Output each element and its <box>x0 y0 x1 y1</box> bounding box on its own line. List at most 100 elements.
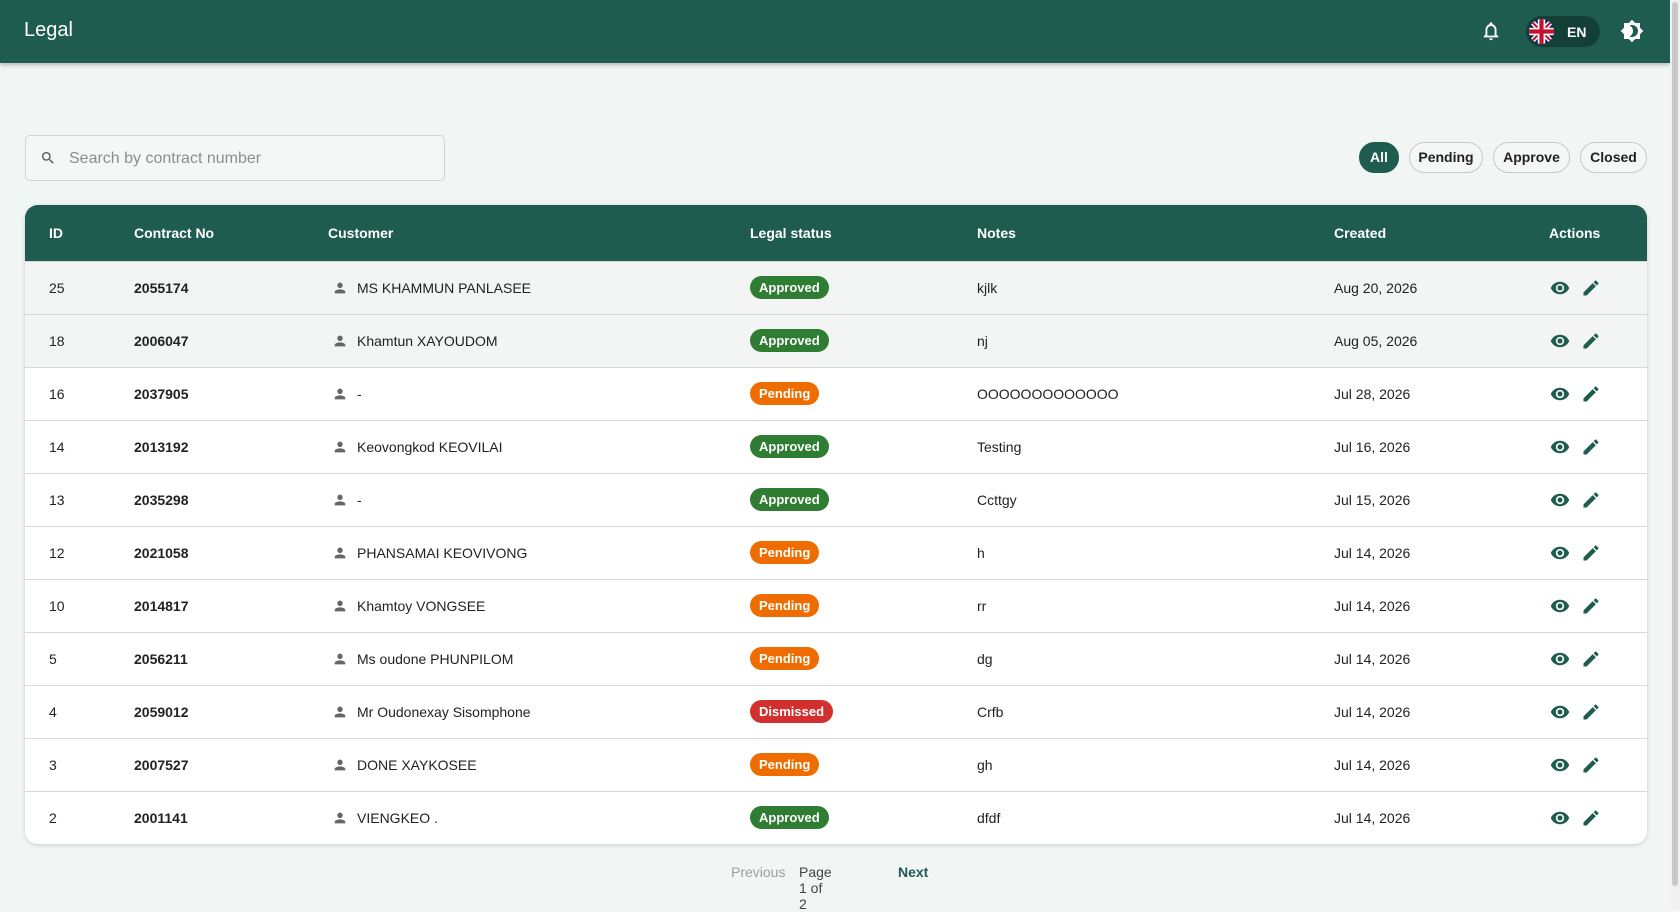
filter-chip-all[interactable]: All <box>1359 142 1399 173</box>
column-header-legal-status: Legal status <box>750 225 832 241</box>
row-customer: Keovongkod KEOVILAI <box>357 439 503 455</box>
eye-icon[interactable] <box>1550 384 1570 404</box>
row-notes: h <box>977 545 985 561</box>
table-row[interactable]: 13 2035298 - Approved Ccttgy Jul 15, 2026 <box>25 473 1647 526</box>
search-input[interactable] <box>67 136 431 182</box>
row-contract-no: 2001141 <box>134 810 188 826</box>
table-row[interactable]: 25 2055174 MS KHAMMUN PANLASEE Approved kjlk… <box>25 261 1647 314</box>
person-icon <box>334 759 346 771</box>
row-contract-no: 2037905 <box>134 386 189 402</box>
row-notes: rr <box>977 598 987 614</box>
filter-chip-approve[interactable]: Approve <box>1493 142 1570 173</box>
eye-icon[interactable] <box>1550 596 1570 616</box>
eye-icon[interactable] <box>1550 649 1570 669</box>
pencil-icon[interactable] <box>1581 702 1601 722</box>
row-created: Jul 14, 2026 <box>1334 651 1411 667</box>
row-created: Jul 28, 2026 <box>1334 386 1411 402</box>
pencil-icon[interactable] <box>1581 596 1601 616</box>
row-notes: dg <box>977 651 993 667</box>
table-row[interactable]: 10 2014817 Khamtoy VONGSEE Pending rr Jul 14,… <box>25 579 1647 632</box>
eye-icon[interactable] <box>1550 755 1570 775</box>
eye-icon[interactable] <box>1550 437 1570 457</box>
bell-icon[interactable] <box>1480 20 1502 42</box>
pencil-icon[interactable] <box>1581 384 1601 404</box>
person-icon <box>334 547 346 559</box>
row-contract-no: 2014817 <box>134 598 189 614</box>
status-badge: Dismissed <box>750 700 834 723</box>
column-header-actions: Actions <box>1549 225 1601 241</box>
pencil-icon[interactable] <box>1581 808 1601 828</box>
status-badge: Pending <box>750 753 820 776</box>
top-app-bar: Legal EN <box>0 0 1670 63</box>
row-contract-no: 2035298 <box>134 492 189 508</box>
table-row[interactable]: 18 2006047 Khamtun XAYOUDOM Approved nj Aug 0… <box>25 314 1647 367</box>
table-row[interactable]: 3 2007527 DONE XAYKOSEE Pending gh Jul 14, 20… <box>25 738 1647 791</box>
row-customer: DONE XAYKOSEE <box>357 757 477 773</box>
language-code: EN <box>1567 24 1587 40</box>
row-id: 10 <box>49 598 65 614</box>
previous-page-button[interactable]: Previous <box>731 864 785 880</box>
table-header: ID Contract No Customer Legal status Not… <box>25 205 1647 261</box>
status-badge: Pending <box>750 594 820 617</box>
brightness-icon[interactable] <box>1620 19 1644 43</box>
pencil-icon[interactable] <box>1581 331 1601 351</box>
row-id: 16 <box>49 386 65 402</box>
row-created: Aug 20, 2026 <box>1334 280 1418 296</box>
row-created: Jul 14, 2026 <box>1334 704 1411 720</box>
row-created: Jul 14, 2026 <box>1334 810 1411 826</box>
uk-flag-icon <box>1529 19 1554 44</box>
pencil-icon[interactable] <box>1581 490 1601 510</box>
row-notes: nj <box>977 333 988 349</box>
status-badge: Approved <box>750 329 829 352</box>
row-notes: OOOOOOOOOOOOO <box>977 386 1119 402</box>
filter-chip-pending[interactable]: Pending <box>1409 142 1483 173</box>
pencil-icon[interactable] <box>1581 437 1601 457</box>
table-row[interactable]: 12 2021058 PHANSAMAI KEOVIVONG Pending h Jul … <box>25 526 1647 579</box>
person-icon <box>334 335 346 347</box>
person-icon <box>334 706 346 718</box>
column-header-created: Created <box>1334 225 1387 241</box>
row-contract-no: 2059012 <box>134 704 189 720</box>
page-indicator: Page 1 of 2 <box>799 864 832 912</box>
row-id: 14 <box>49 439 65 455</box>
next-page-button[interactable]: Next <box>898 864 928 880</box>
person-icon <box>334 653 346 665</box>
eye-icon[interactable] <box>1550 278 1570 298</box>
scrollbar-thumb[interactable] <box>1672 2 1678 886</box>
table-row[interactable]: 2 2001141 VIENGKEO . Approved dfdf Jul 14, 20… <box>25 791 1647 844</box>
table-row[interactable]: 16 2037905 - Pending OOOOOOOOOOOOO Jul 28, 20… <box>25 367 1647 420</box>
table-row[interactable]: 4 2059012 Mr Oudonexay Sisomphone Dismissed… <box>25 685 1647 738</box>
row-created: Jul 14, 2026 <box>1334 757 1411 773</box>
person-icon <box>334 600 346 612</box>
eye-icon[interactable] <box>1550 331 1570 351</box>
eye-icon[interactable] <box>1550 543 1570 563</box>
column-header-contract-no: Contract No <box>134 225 215 241</box>
row-customer: VIENGKEO . <box>357 810 438 826</box>
status-badge: Approved <box>750 488 829 511</box>
person-icon <box>334 441 346 453</box>
row-customer: PHANSAMAI KEOVIVONG <box>357 545 528 561</box>
table-row[interactable]: 14 2013192 Keovongkod KEOVILAI Approved Test… <box>25 420 1647 473</box>
pencil-icon[interactable] <box>1581 543 1601 563</box>
status-badge: Pending <box>750 541 820 564</box>
pencil-icon[interactable] <box>1581 278 1601 298</box>
column-header-customer: Customer <box>328 225 394 241</box>
filter-chip-closed[interactable]: Closed <box>1580 142 1647 173</box>
pencil-icon[interactable] <box>1581 649 1601 669</box>
row-customer: Khamtun XAYOUDOM <box>357 333 498 349</box>
row-id: 2 <box>49 810 57 826</box>
eye-icon[interactable] <box>1550 808 1570 828</box>
status-badge: Pending <box>750 382 820 405</box>
status-badge: Approved <box>750 806 829 829</box>
row-id: 3 <box>49 757 57 773</box>
row-customer: Khamtoy VONGSEE <box>357 598 486 614</box>
person-icon <box>334 494 346 506</box>
table-row[interactable]: 5 2056211 Ms oudone PHUNPILOM Pending dg Jul … <box>25 632 1647 685</box>
eye-icon[interactable] <box>1550 490 1570 510</box>
row-notes: dfdf <box>977 810 1001 826</box>
pencil-icon[interactable] <box>1581 755 1601 775</box>
search-icon <box>42 152 54 164</box>
row-contract-no: 2055174 <box>134 280 189 296</box>
eye-icon[interactable] <box>1550 702 1570 722</box>
language-selector[interactable]: EN <box>1526 16 1600 47</box>
